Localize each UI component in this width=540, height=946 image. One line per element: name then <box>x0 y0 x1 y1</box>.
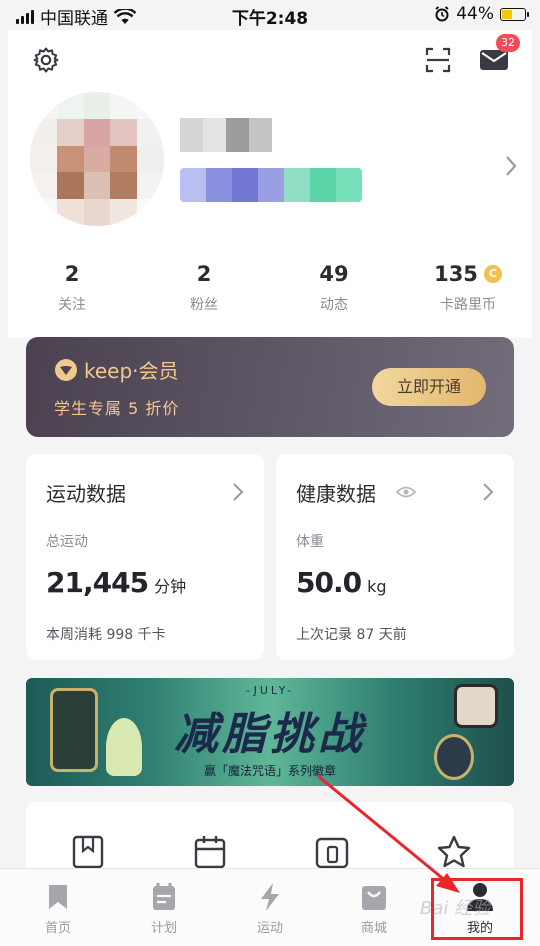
stat-label: 粉丝 <box>190 297 218 313</box>
health-data-card[interactable]: 健康数据 体重 50.0 kg 上次记录 87 天前 <box>276 454 514 660</box>
card-value: 50.0 <box>296 566 362 599</box>
card-footer: 上次记录 87 天前 <box>296 627 407 643</box>
mail-badge: 32 <box>496 34 520 52</box>
tab-label: 运动 <box>256 921 283 936</box>
calendar-icon <box>194 836 226 869</box>
calendar-icon <box>153 883 175 910</box>
star-icon <box>437 835 471 868</box>
vip-logo-text: keep·会员 <box>84 359 179 383</box>
keep-heart-icon <box>55 358 77 381</box>
card-title: 运动数据 <box>46 482 126 506</box>
banner-title: 减脂挑战 <box>174 709 366 760</box>
status-right: 44% <box>434 4 529 24</box>
battery-percent: 44% <box>456 4 494 24</box>
tab-workout[interactable]: 运动 <box>220 881 320 936</box>
card-unit: 分钟 <box>154 577 187 596</box>
shortcut-schedule[interactable] <box>192 834 228 870</box>
tab-label: 商城 <box>360 921 387 936</box>
profile-section: 32 2 关注 2 粉丝 49 动态 135 C 卡路里币 <box>8 30 532 338</box>
stat-label: 动态 <box>320 297 348 313</box>
level-redacted <box>180 168 362 202</box>
coin-icon: C <box>483 265 502 283</box>
shortcut-collection[interactable] <box>70 834 106 870</box>
stat-following[interactable]: 2 关注 <box>22 262 122 314</box>
shortcut-row <box>26 802 514 872</box>
tab-label: 计划 <box>150 921 177 936</box>
bookmark-icon <box>49 885 67 909</box>
card-subtitle: 体重 <box>296 534 324 550</box>
stat-label: 关注 <box>58 297 86 313</box>
stat-followers[interactable]: 2 粉丝 <box>154 262 254 314</box>
activate-vip-button[interactable]: 立即开通 <box>372 368 486 406</box>
gear-icon <box>33 47 59 73</box>
stat-value: 2 <box>64 262 80 286</box>
sport-data-card[interactable]: 运动数据 总运动 21,445 分钟 本周消耗 998 千卡 <box>26 454 264 660</box>
username-redacted <box>180 118 272 152</box>
stat-value: 135 <box>434 262 478 286</box>
membership-banner[interactable]: keep·会员 学生专属 5 折价 立即开通 <box>26 337 514 437</box>
shortcut-favorites[interactable] <box>436 834 472 870</box>
battery-icon <box>500 7 529 21</box>
scan-icon <box>425 47 451 73</box>
devices-icon <box>315 837 349 869</box>
stat-label: 卡路里币 <box>440 297 496 313</box>
card-footer: 本周消耗 998 千卡 <box>46 627 166 643</box>
messages-button[interactable]: 32 <box>474 34 520 80</box>
tab-mall[interactable]: 商城 <box>324 881 424 936</box>
chevron-right-icon <box>482 482 494 506</box>
keep-logo: keep·会员 <box>54 355 179 384</box>
bookmark-icon <box>72 835 104 869</box>
card-title: 健康数据 <box>296 482 376 506</box>
eye-icon[interactable] <box>395 484 417 503</box>
profile-detail-button[interactable] <box>504 154 518 182</box>
stats-row: 2 关注 2 粉丝 49 动态 135 C 卡路里币 <box>8 262 532 322</box>
shortcut-devices[interactable] <box>314 834 350 870</box>
stat-value: 2 <box>196 262 212 286</box>
tab-label: 首页 <box>44 921 71 936</box>
settings-button[interactable] <box>26 40 66 80</box>
annotation-highlight-box <box>431 878 523 940</box>
stat-posts[interactable]: 49 动态 <box>284 262 384 314</box>
shopping-bag-icon <box>362 886 386 910</box>
chevron-right-icon <box>506 156 517 176</box>
status-bar: 中国联通 下午2:48 44% <box>0 0 540 30</box>
card-subtitle: 总运动 <box>46 534 88 550</box>
tab-plan[interactable]: 计划 <box>114 881 214 936</box>
tab-home[interactable]: 首页 <box>8 881 108 936</box>
stat-calorie-coins[interactable]: 135 C 卡路里币 <box>418 262 518 314</box>
lightning-icon <box>261 883 279 911</box>
alarm-icon <box>435 6 449 22</box>
banner-subtitle: 赢「魔法咒语」系列徽章 <box>203 764 336 778</box>
scan-button[interactable] <box>418 40 458 80</box>
chevron-right-icon <box>232 482 244 506</box>
card-value: 21,445 <box>46 566 149 599</box>
card-unit: kg <box>367 577 387 596</box>
avatar[interactable] <box>30 92 164 226</box>
vip-description: 学生专属 5 折价 <box>54 399 180 418</box>
stat-value: 49 <box>319 262 349 286</box>
banner-month: -JULY- <box>246 684 294 697</box>
challenge-banner[interactable]: -JULY- 减脂挑战 赢「魔法咒语」系列徽章 <box>26 678 514 786</box>
